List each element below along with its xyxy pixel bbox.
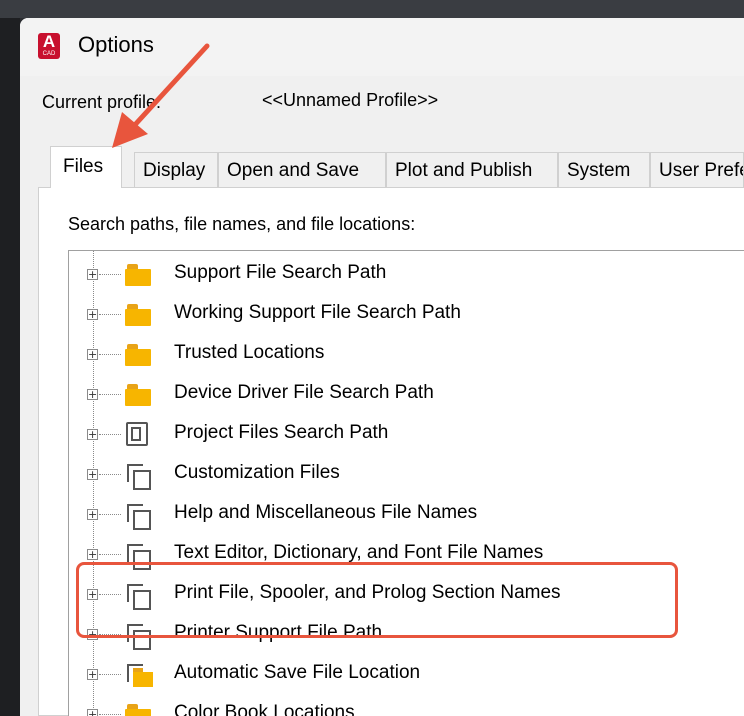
folder-icon [125, 264, 151, 286]
folder-icon [125, 344, 151, 366]
expand-icon[interactable]: + [87, 709, 98, 716]
tree-node-project-files-search-path[interactable]: + Project Files Search Path [69, 414, 729, 454]
current-profile-value: <<Unnamed Profile>> [262, 90, 439, 110]
tree-node-label: Project Files Search Path [174, 422, 389, 443]
tree-node-automatic-save-file-location[interactable]: + Automatic Save File Location [69, 654, 729, 694]
tab-plot-and-publish[interactable]: Plot and Publish [386, 152, 558, 188]
options-tab-strip: Files Display Open and Save Plot and Pub… [20, 146, 744, 188]
files-icon [125, 502, 151, 530]
tab-open-and-save[interactable]: Open and Save [218, 152, 386, 188]
tree-node-label: Support File Search Path [174, 262, 387, 283]
tab-system[interactable]: System [558, 152, 650, 188]
tree-node-label: Working Support File Search Path [174, 302, 461, 323]
tree-node-trusted-locations[interactable]: + Trusted Locations [69, 334, 729, 374]
tree-node-label: Automatic Save File Location [174, 662, 421, 683]
tree-node-color-book-locations[interactable]: + Color Book Locations [69, 694, 729, 716]
search-paths-label: Search paths, file names, and file locat… [68, 214, 416, 234]
tree-node-help-and-misc-file-names[interactable]: + Help and Miscellaneous File Names [69, 494, 729, 534]
expand-icon[interactable]: + [87, 349, 98, 360]
tab-user-preferences[interactable]: User Preferences [650, 152, 744, 188]
tree-node-working-support-file-search-path[interactable]: + Working Support File Search Path [69, 294, 729, 334]
expand-icon[interactable]: + [87, 269, 98, 280]
annotation-highlight-box [76, 562, 678, 638]
expand-icon[interactable]: + [87, 549, 98, 560]
folder-icon [125, 304, 151, 326]
files-folder-icon [125, 662, 153, 688]
tree-node-device-driver-file-search-path[interactable]: + Device Driver File Search Path [69, 374, 729, 414]
folder-icon [125, 704, 151, 716]
tree-node-label: Device Driver File Search Path [174, 382, 434, 403]
expand-icon[interactable]: + [87, 669, 98, 680]
tab-files[interactable]: Files [50, 146, 122, 188]
file-locations-tree[interactable]: + Support File Search Path + Working Sup… [68, 250, 744, 716]
folder-icon [125, 384, 151, 406]
autocad-app-icon: A CAD [38, 33, 60, 59]
expand-icon[interactable]: + [87, 309, 98, 320]
expand-icon[interactable]: + [87, 469, 98, 480]
files-icon [125, 462, 151, 490]
tree-node-label: Help and Miscellaneous File Names [174, 502, 478, 523]
tree-node-label: Text Editor, Dictionary, and Font File N… [174, 542, 544, 563]
tab-display[interactable]: Display [134, 152, 218, 188]
expand-icon[interactable]: + [87, 429, 98, 440]
tree-node-label: Color Book Locations [174, 702, 355, 716]
tree-node-label: Customization Files [174, 462, 340, 483]
project-icon [126, 422, 148, 446]
tree-node-label: Trusted Locations [174, 342, 325, 363]
tree-node-customization-files[interactable]: + Customization Files [69, 454, 729, 494]
dialog-title: Options [78, 32, 154, 57]
background-window-edge [0, 18, 20, 716]
current-profile-label: Current profile: [42, 92, 162, 112]
expand-icon[interactable]: + [87, 389, 98, 400]
dialog-titlebar: A CAD Options [20, 18, 744, 76]
tree-node-support-file-search-path[interactable]: + Support File Search Path [69, 254, 729, 294]
background-window-strip [0, 0, 744, 18]
expand-icon[interactable]: + [87, 509, 98, 520]
